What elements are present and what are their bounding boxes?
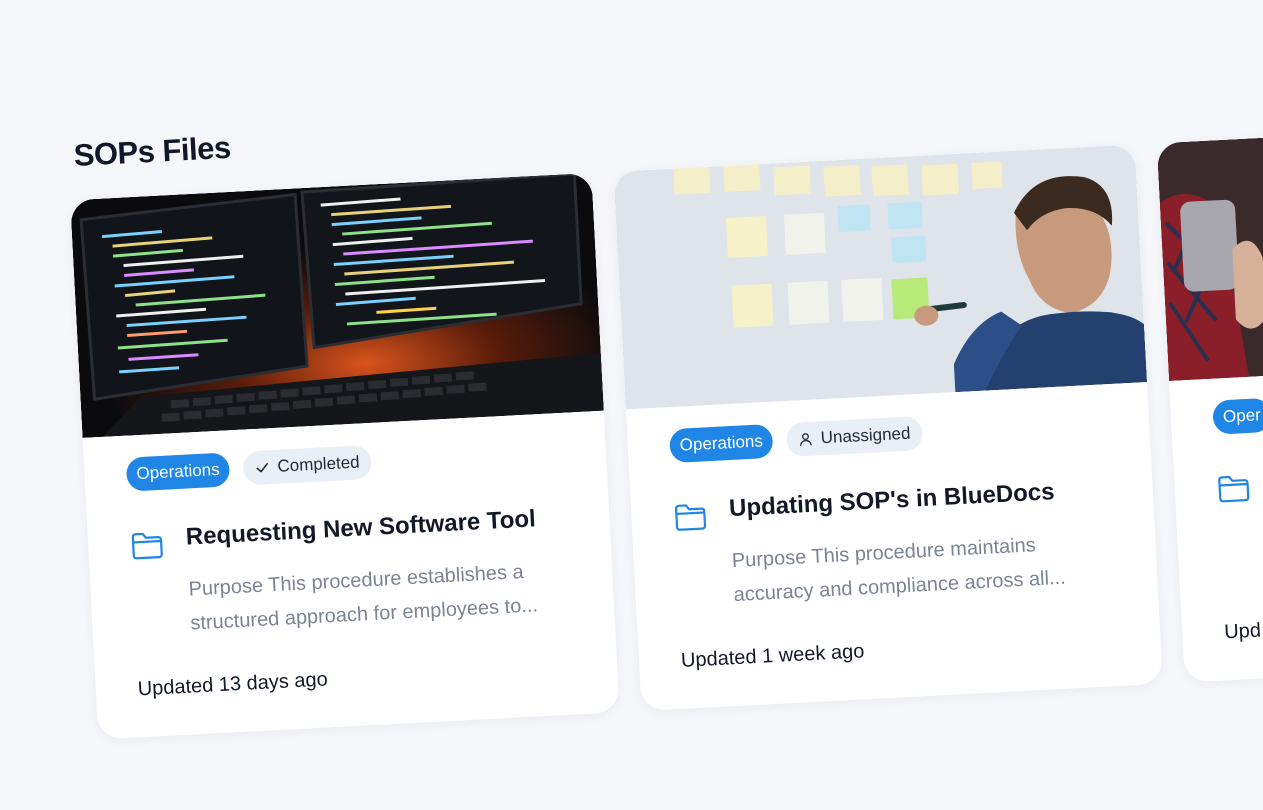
- card-description: Purpose This procedure establishes a str…: [188, 561, 539, 635]
- card-title-row: Updating SOP's in BlueDocs: [672, 474, 1111, 533]
- sop-card[interactable]: Operations Completed Requesting New Soft…: [70, 172, 620, 740]
- card-tags: Operations Unassigned: [668, 406, 1108, 464]
- card-body: Operations Unassigned Updating SOP's in …: [626, 382, 1158, 617]
- sops-section: SOPs Files Operations Completed Requesti…: [0, 0, 1263, 810]
- card-title-row: [1216, 446, 1263, 505]
- card-body: Operations Completed Requesting New Soft…: [83, 411, 615, 646]
- sop-card[interactable]: Operations Unassigned Updating SOP's in …: [613, 144, 1163, 712]
- department-badge[interactable]: Operations: [668, 423, 774, 464]
- section-title: SOPs Files: [72, 129, 232, 173]
- card-title[interactable]: Requesting New Software Tool: [185, 504, 536, 552]
- status-badge[interactable]: Completed: [242, 444, 373, 486]
- status-label: Unassigned: [820, 423, 911, 448]
- card-image-man-sticky-notes: [613, 144, 1148, 410]
- updated-timestamp: Updated 1 week ago: [680, 640, 865, 672]
- status-badge[interactable]: Unassigned: [785, 415, 924, 458]
- card-title[interactable]: Updating SOP's in BlueDocs: [728, 477, 1055, 524]
- department-badge[interactable]: Oper: [1212, 397, 1263, 435]
- sop-card[interactable]: Oper Upd: [1156, 115, 1263, 683]
- card-image-people-meeting: [1156, 115, 1263, 381]
- department-badge[interactable]: Operations: [125, 452, 231, 492]
- status-label: Completed: [276, 452, 361, 476]
- folder-icon: [131, 532, 163, 560]
- user-icon: [800, 433, 812, 446]
- folder-icon: [674, 504, 707, 531]
- card-image-code-monitors: [70, 172, 604, 438]
- card-tags: Operations Completed: [125, 435, 565, 492]
- card-description: Purpose This procedure maintains accurac…: [731, 534, 1067, 607]
- folder-icon: [1218, 475, 1250, 503]
- page: SOPs Files Operations Completed Requesti…: [0, 0, 1263, 810]
- updated-timestamp: Updated 13 days ago: [137, 668, 329, 701]
- check-icon: [256, 462, 269, 473]
- card-tags: Oper: [1212, 378, 1263, 435]
- updated-timestamp: Upd: [1223, 619, 1262, 644]
- card-title-row: Requesting New Software Tool: [129, 503, 568, 562]
